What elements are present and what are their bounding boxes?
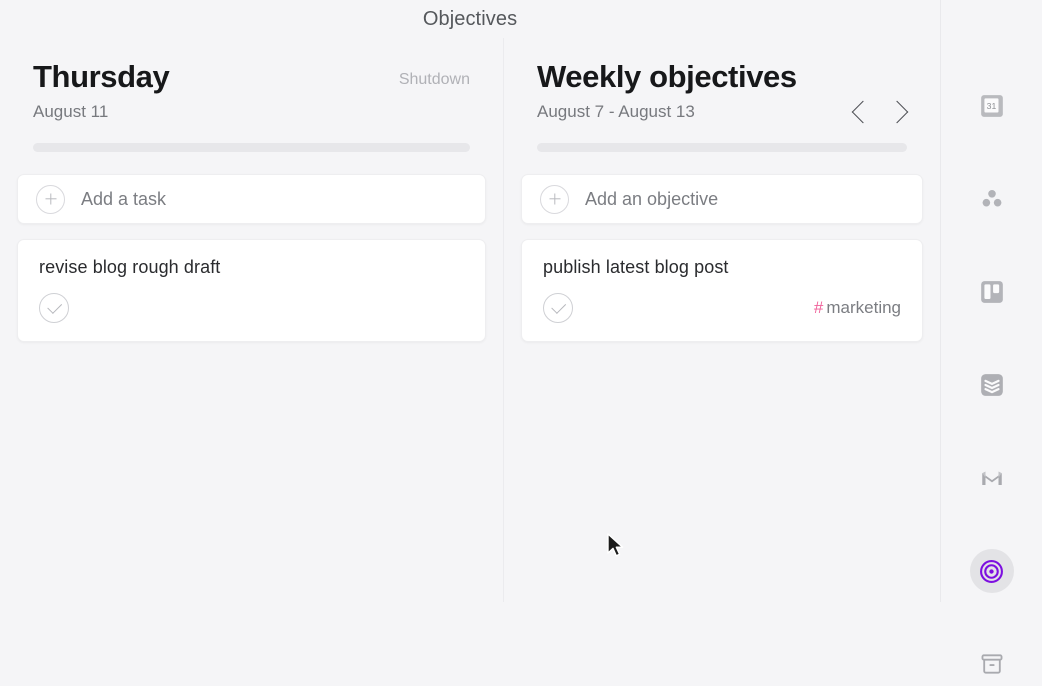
today-column-header: Thursday Shutdown August 11: [17, 38, 486, 153]
today-title-row: Thursday Shutdown: [33, 59, 470, 94]
plus-circle-icon: [540, 184, 569, 214]
weekly-title: Weekly objectives: [537, 59, 797, 94]
check-mark-glyph: [550, 299, 566, 314]
chevron-left-icon[interactable]: [851, 100, 875, 124]
calendar-31-icon: 31: [980, 95, 1003, 117]
today-progress-bar: [33, 143, 470, 153]
weekly-title-row: Weekly objectives: [537, 59, 907, 94]
tag-marketing[interactable]: # marketing: [814, 298, 901, 318]
week-nav: [851, 100, 909, 124]
weekly-date-range: August 7 - August 13: [537, 102, 695, 122]
tag-label: marketing: [826, 298, 901, 318]
target-bullseye-icon: [980, 559, 1003, 583]
objective-card-text: publish latest blog post: [543, 257, 729, 278]
objective-card-footer: # marketing: [543, 293, 901, 324]
sidebar-item-todoist[interactable]: [970, 363, 1014, 407]
todoist-icon: [980, 374, 1003, 396]
asana-dots-icon: [982, 190, 1001, 207]
today-subtitle-row: August 11: [33, 99, 470, 125]
trello-board-icon: [980, 281, 1003, 303]
add-task-label: Add a task: [81, 188, 167, 209]
today-title: Thursday: [33, 59, 170, 94]
weekly-progress-bar: [537, 143, 907, 153]
chevron-right-icon[interactable]: [885, 100, 909, 124]
sidebar-item-trello[interactable]: [970, 270, 1014, 314]
objective-card[interactable]: publish latest blog post # marketing: [521, 239, 923, 343]
hash-icon: #: [813, 298, 824, 318]
page-title: Objectives: [422, 7, 518, 30]
check-circle-icon[interactable]: [39, 293, 69, 324]
task-card[interactable]: revise blog rough draft: [17, 239, 486, 343]
weekly-objectives-column: Weekly objectives August 7 - August 13 A…: [503, 38, 940, 602]
gmail-m-icon: [981, 471, 1002, 486]
task-card-text: revise blog rough draft: [39, 257, 221, 278]
sidebar-item-google-calendar[interactable]: 31: [970, 84, 1014, 128]
add-objective-row[interactable]: Add an objective: [521, 174, 923, 225]
shutdown-button[interactable]: Shutdown: [399, 71, 470, 94]
weekly-subtitle-row: August 7 - August 13: [537, 99, 909, 125]
archive-box-icon: [981, 654, 1002, 674]
svg-text:31: 31: [986, 101, 996, 111]
sidebar-item-archive[interactable]: [970, 642, 1014, 686]
plus-circle-icon: [36, 184, 65, 214]
app-sidebar: 31: [940, 0, 1042, 674]
today-date: August 11: [33, 102, 109, 122]
today-column: Thursday Shutdown August 11 Add a task r…: [0, 38, 503, 602]
task-card-footer: [39, 293, 464, 324]
sidebar-item-objectives[interactable]: [969, 549, 1014, 593]
check-circle-icon[interactable]: [543, 293, 573, 324]
check-mark-glyph: [46, 299, 62, 314]
workspace: Thursday Shutdown August 11 Add a task r…: [0, 38, 940, 602]
top-bar: Objectives: [0, 0, 940, 38]
add-task-row[interactable]: Add a task: [17, 174, 486, 225]
sidebar-item-asana[interactable]: [970, 177, 1014, 221]
sidebar-item-gmail[interactable]: [970, 456, 1014, 500]
weekly-column-header: Weekly objectives August 7 - August 13: [521, 38, 923, 153]
add-objective-label: Add an objective: [585, 188, 719, 209]
